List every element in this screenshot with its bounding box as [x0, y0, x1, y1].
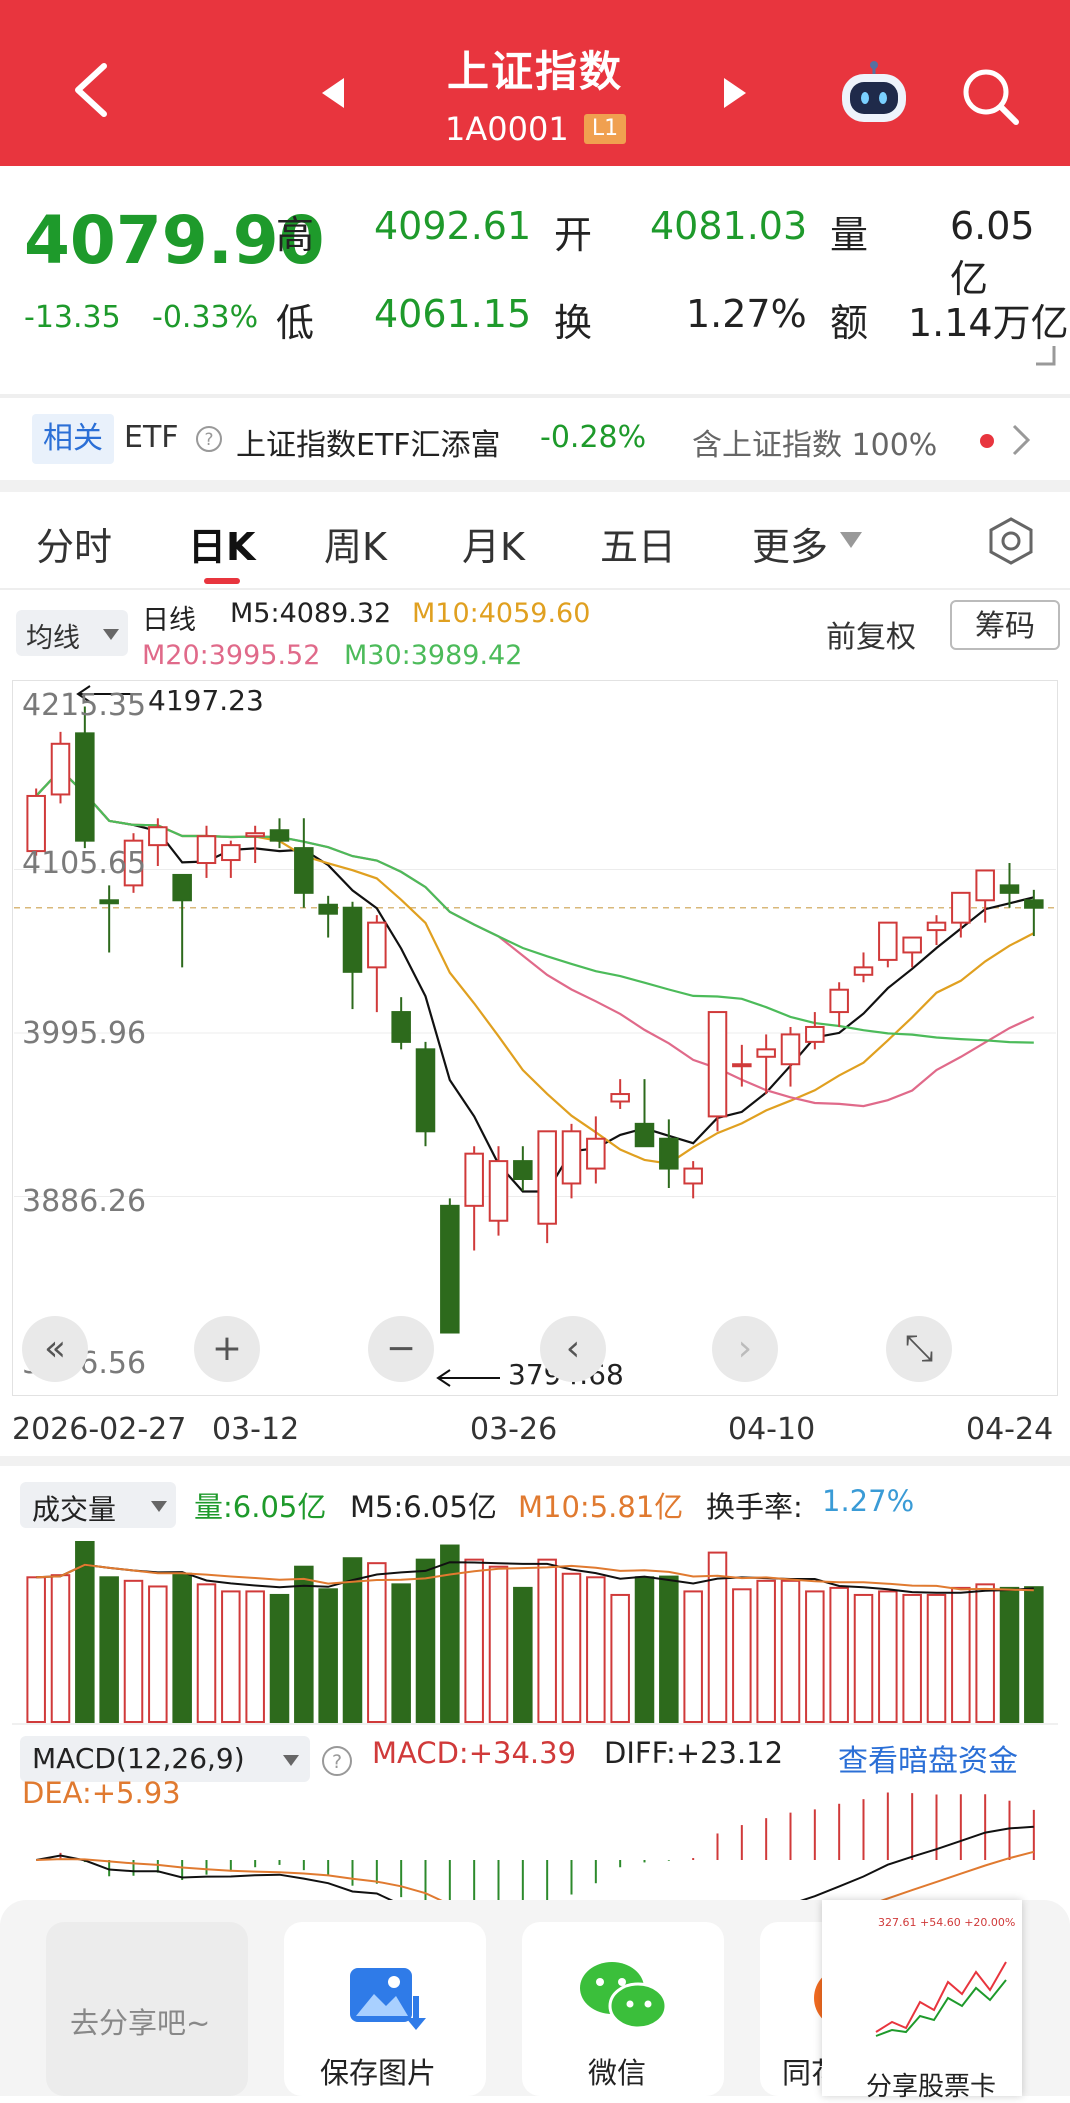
- volume-bar: [172, 1572, 192, 1723]
- volume-bar: [586, 1576, 606, 1723]
- volume-bar: [245, 1590, 265, 1723]
- volume-bar: [318, 1588, 338, 1723]
- volume-bar: [464, 1558, 484, 1724]
- stock-card-preview[interactable]: 327.61 +54.60 +20.00% 分享股票卡: [822, 1900, 1022, 2102]
- volume-bar: [732, 1588, 752, 1723]
- volume-bar: [756, 1579, 776, 1723]
- thumb-text: 327.61 +54.60 +20.00%: [878, 1916, 1016, 1929]
- volume-bar: [951, 1586, 971, 1723]
- volume-bar: [99, 1576, 119, 1723]
- mini-chart-thumbnail: [875, 1961, 1007, 2037]
- volume-bar: [440, 1544, 460, 1723]
- volume-bar: [829, 1586, 849, 1723]
- wechat-icon: [580, 1962, 668, 2030]
- volume-bar: [999, 1586, 1020, 1723]
- volume-bar: [391, 1583, 411, 1723]
- save-image-button[interactable]: 保存图片: [284, 1922, 486, 2096]
- volume-bar: [780, 1579, 801, 1723]
- save-image-label: 保存图片: [320, 2056, 437, 2090]
- volume-bar: [975, 1583, 995, 1723]
- volume-bar: [610, 1593, 630, 1723]
- volume-bar: [148, 1585, 168, 1723]
- volume-bar: [634, 1576, 655, 1723]
- share-hint-card: 去分享吧~: [46, 1922, 248, 2096]
- volume-bar: [415, 1558, 436, 1724]
- volume-bar: [367, 1562, 387, 1724]
- volume-bar: [269, 1593, 290, 1723]
- stock-card-label: 分享股票卡: [866, 2072, 997, 2102]
- volume-bar: [26, 1576, 46, 1723]
- diff-line: [36, 1825, 1034, 1900]
- volume-bar: [513, 1586, 533, 1723]
- volume-bar: [537, 1558, 557, 1724]
- volume-bar: [221, 1590, 241, 1723]
- volume-bar: [561, 1572, 582, 1723]
- volume-bar: [123, 1579, 144, 1723]
- volume-bar: [805, 1590, 825, 1723]
- volume-bar: [75, 1541, 95, 1723]
- volume-bar: [659, 1575, 679, 1724]
- volume-bar: [1024, 1586, 1044, 1724]
- wechat-label: 微信: [588, 2056, 647, 2090]
- volume-bar: [488, 1565, 509, 1724]
- volume-bar: [294, 1565, 314, 1724]
- save-image-icon: [350, 1968, 426, 2030]
- volume-bar: [50, 1574, 71, 1724]
- volume-bar: [926, 1593, 947, 1723]
- share-hint-text: 去分享吧~: [70, 2006, 211, 2040]
- volume-bar: [878, 1590, 898, 1723]
- volume-bar: [902, 1593, 922, 1723]
- dea-line: [36, 1850, 1035, 1900]
- volume-bar: [683, 1590, 703, 1723]
- wechat-share-button[interactable]: 微信: [522, 1922, 724, 2096]
- volume-bar: [853, 1593, 874, 1723]
- volume-macd-chart: [12, 1541, 1058, 1900]
- volume-bar: [196, 1583, 217, 1723]
